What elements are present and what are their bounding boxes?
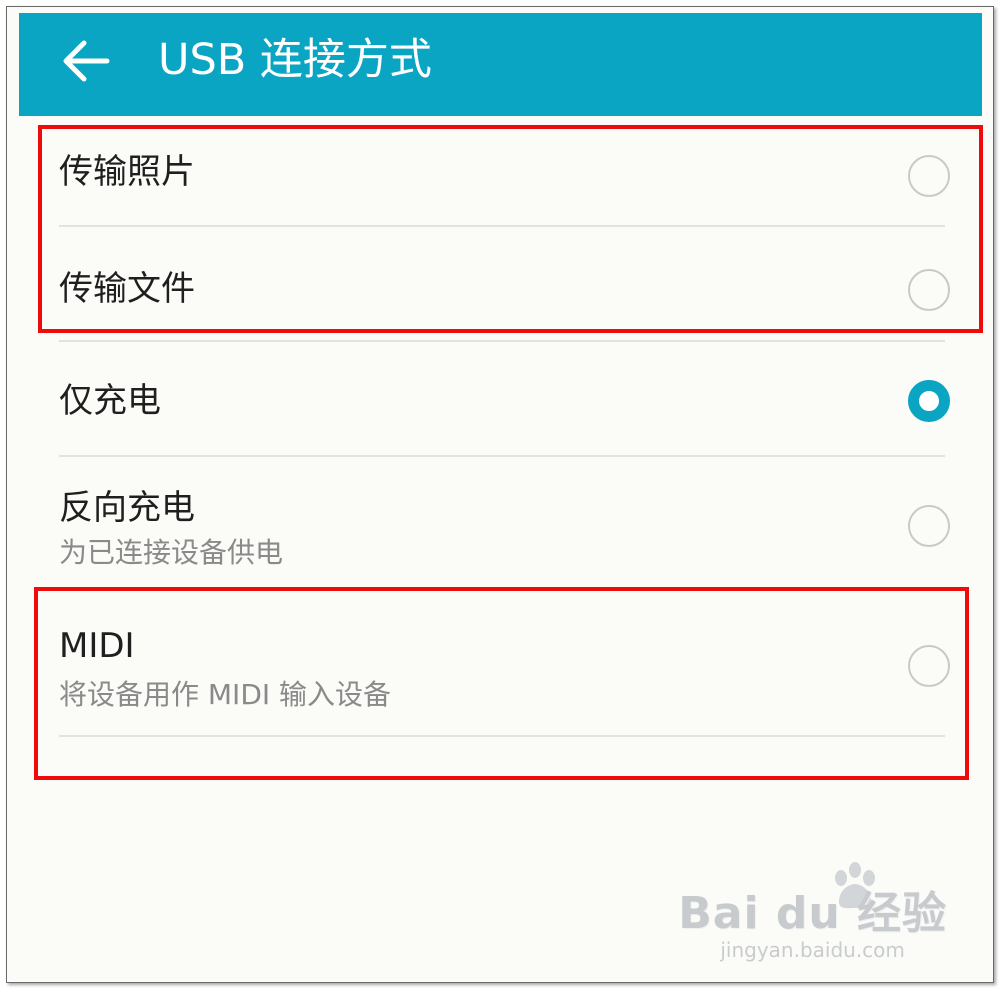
app-bar: USB 连接方式: [19, 13, 982, 116]
option-label: 传输照片: [59, 152, 195, 192]
watermark-brand: Bai du 经验: [678, 888, 947, 939]
divider: [59, 735, 945, 737]
option-transfer-photos[interactable]: 传输照片: [19, 119, 982, 227]
option-reverse-charging[interactable]: 反向充电 为已连接设备供电: [19, 457, 982, 587]
screenshot-frame: USB 连接方式 传输照片 传输文件 仅充电 反向充电 为已连接设备供电 MID…: [6, 6, 994, 983]
option-transfer-files[interactable]: 传输文件: [19, 227, 982, 341]
option-subtitle: 为已连接设备供电: [59, 536, 284, 569]
arrow-left-icon: [63, 40, 110, 82]
watermark-url: jingyan.baidu.com: [720, 938, 905, 962]
option-subtitle: 将设备用作 MIDI 输入设备: [59, 678, 392, 711]
page-title: USB 连接方式: [158, 35, 432, 85]
option-label: 仅充电: [59, 381, 161, 421]
option-charge-only[interactable]: 仅充电: [19, 342, 982, 456]
radio-button-unchecked[interactable]: [908, 155, 950, 197]
option-label: 反向充电: [59, 488, 195, 528]
option-label: MIDI: [59, 626, 135, 666]
radio-button-unchecked[interactable]: [908, 505, 950, 547]
option-midi[interactable]: MIDI 将设备用作 MIDI 输入设备: [19, 597, 982, 737]
radio-button-unchecked[interactable]: [908, 645, 950, 687]
baidu-watermark: Bai du 经验 jingyan.baidu.com: [678, 888, 947, 963]
radio-button-unchecked[interactable]: [908, 269, 950, 311]
back-button[interactable]: [57, 31, 117, 91]
option-label: 传输文件: [59, 269, 195, 309]
radio-button-checked[interactable]: [908, 380, 950, 422]
